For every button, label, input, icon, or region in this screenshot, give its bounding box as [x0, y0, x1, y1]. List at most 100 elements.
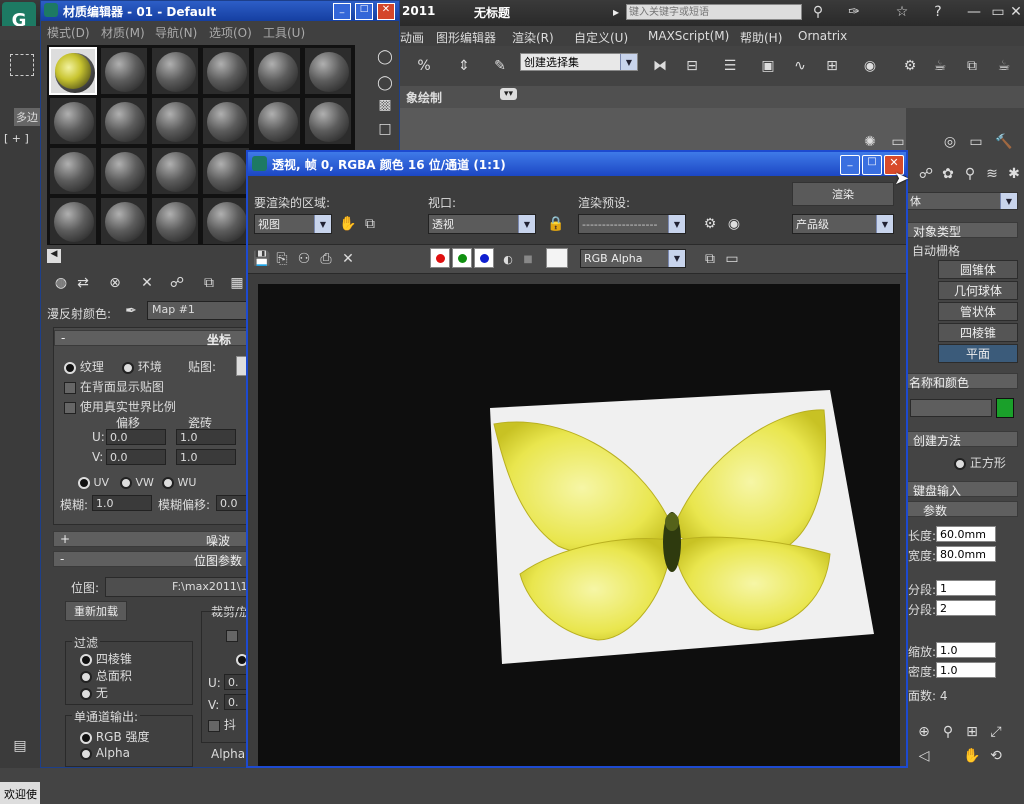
- rgb-intensity-option[interactable]: RGB 强度: [80, 728, 150, 745]
- lights-icon[interactable]: ⚲: [958, 162, 982, 186]
- bitmap-path-button[interactable]: F:\max2011\1-: [105, 577, 255, 597]
- menu-utilities[interactable]: 工具(U): [263, 24, 305, 41]
- sample-slot[interactable]: [304, 97, 352, 145]
- uv-tiling-icon[interactable]: □: [373, 117, 397, 141]
- cone-button[interactable]: 圆锥体: [938, 260, 1018, 279]
- sample-slot[interactable]: [100, 97, 148, 145]
- menu-navigation[interactable]: 导航(N): [155, 24, 197, 41]
- material-editor-icon[interactable]: ◉: [858, 54, 882, 78]
- systems-icon[interactable]: ✱: [1002, 162, 1024, 186]
- pyramid-button[interactable]: 四棱锥: [938, 323, 1018, 342]
- maximize-icon[interactable]: □: [862, 155, 882, 175]
- object-type-rollout[interactable]: 对象类型: [906, 222, 1018, 239]
- square-radio[interactable]: [954, 457, 966, 470]
- rendered-frame-titlebar[interactable]: 透视, 帧 0, RGBA 颜色 16 位/通道 (1:1) _ □ ✕: [248, 152, 906, 176]
- lock-icon[interactable]: 🔒: [544, 212, 568, 236]
- pick-material-icon[interactable]: ✒: [119, 299, 143, 323]
- channel-display-dropdown[interactable]: RGB Alpha ▼: [580, 249, 686, 268]
- layer-manager-icon[interactable]: ☰: [718, 54, 742, 78]
- rgb-intensity-radio[interactable]: [80, 731, 92, 744]
- max-script-listener-icon[interactable]: ▤: [8, 734, 32, 758]
- sample-slot[interactable]: [202, 197, 250, 245]
- schematic-view-icon[interactable]: ⊞: [820, 54, 844, 78]
- render-scale-spinner[interactable]: 1.0: [936, 642, 996, 658]
- square-option[interactable]: 正方形: [954, 454, 1006, 471]
- sample-slot[interactable]: [49, 147, 97, 195]
- select-region-icon[interactable]: [10, 54, 34, 76]
- jitter-checkbox[interactable]: [208, 719, 220, 732]
- help-icon[interactable]: ?: [926, 0, 950, 24]
- viewport-label[interactable]: [ + ]: [4, 132, 29, 145]
- menu-modes[interactable]: 模式(D): [47, 24, 90, 41]
- red-channel-toggle[interactable]: [430, 248, 450, 268]
- sample-slot[interactable]: [304, 47, 352, 95]
- render-button[interactable]: 渲染: [792, 182, 894, 206]
- apply-crop-checkbox[interactable]: [226, 630, 238, 642]
- area-to-render-dropdown[interactable]: 视图 ▼: [254, 214, 332, 234]
- vw-option[interactable]: VW: [120, 476, 154, 489]
- texture-option[interactable]: 纹理: [64, 358, 104, 375]
- v-tiling-spinner[interactable]: 1.0: [176, 449, 236, 465]
- zoom-icon[interactable]: ⚲: [936, 720, 960, 744]
- sample-slot[interactable]: [49, 197, 97, 245]
- tube-button[interactable]: 管状体: [938, 302, 1018, 321]
- make-unique-icon[interactable]: ☍: [165, 271, 189, 295]
- alpha-option[interactable]: Alpha: [80, 746, 130, 760]
- background-icon[interactable]: ▩: [373, 93, 397, 117]
- jitter-option[interactable]: 抖: [208, 716, 236, 733]
- uv-option[interactable]: UV: [78, 476, 109, 489]
- bitmap-params-rollout[interactable]: - 位图参数: [53, 551, 253, 568]
- sample-slot[interactable]: [100, 47, 148, 95]
- zoom-extents-icon[interactable]: ⊕: [912, 720, 936, 744]
- parameters-rollout[interactable]: 参数: [906, 501, 1018, 518]
- assign-material-icon[interactable]: ⊗: [103, 271, 127, 295]
- menu-ornatrix[interactable]: Ornatrix: [798, 29, 847, 43]
- blue-channel-toggle[interactable]: [474, 248, 494, 268]
- sample-slot[interactable]: [202, 147, 250, 195]
- summed-area-option[interactable]: 总面积: [80, 667, 132, 684]
- render-setup-icon[interactable]: ⚙: [698, 212, 722, 236]
- shapes-icon[interactable]: ✿: [936, 162, 960, 186]
- pyramidal-option[interactable]: 四棱锥: [80, 650, 132, 667]
- real-world-checkbox[interactable]: [64, 401, 76, 414]
- material-editor-titlebar[interactable]: 材质编辑器 - 01 - Default _ □ ✕: [41, 1, 399, 21]
- render-preset-dropdown[interactable]: ------------------- ▼: [578, 214, 686, 234]
- fov-icon[interactable]: ◁: [912, 744, 936, 768]
- backlight-icon[interactable]: ◯: [373, 71, 397, 95]
- length-spinner[interactable]: 60.0mm: [936, 526, 996, 542]
- render-production-icon[interactable]: ⧉: [960, 54, 984, 78]
- none-option[interactable]: 无: [80, 684, 108, 701]
- minimize-icon[interactable]: _: [840, 155, 860, 175]
- reload-button[interactable]: 重新加载: [65, 601, 127, 621]
- environ-radio[interactable]: [122, 361, 134, 374]
- copy-image-icon[interactable]: ⎘: [270, 247, 294, 271]
- spacewarps-icon[interactable]: ≋: [980, 162, 1004, 186]
- length-segs-spinner[interactable]: 1: [936, 580, 996, 596]
- auto-grid-label[interactable]: 自动栅格: [912, 242, 960, 259]
- close-icon[interactable]: ✕: [377, 3, 395, 20]
- real-world-option[interactable]: 使用真实世界比例: [64, 398, 176, 415]
- align-icon[interactable]: ⊟: [680, 54, 704, 78]
- texture-radio[interactable]: [64, 361, 76, 374]
- vw-radio[interactable]: [120, 477, 132, 489]
- menu-animation[interactable]: 动画: [400, 29, 424, 46]
- plane-button[interactable]: 平面: [938, 344, 1018, 363]
- render-quality-dropdown[interactable]: 产品级 ▼: [792, 214, 894, 234]
- put-to-scene-icon[interactable]: ⇄: [71, 271, 95, 295]
- search-chevron-icon[interactable]: ▸: [613, 5, 619, 19]
- uv-radio[interactable]: [78, 477, 90, 489]
- toggle-ui-icon[interactable]: ▭: [720, 247, 744, 271]
- rendered-frame-icon[interactable]: ☕: [928, 54, 952, 78]
- menu-help[interactable]: 帮助(H): [740, 29, 782, 46]
- named-selection-icon[interactable]: ✎: [488, 54, 512, 78]
- sample-slot[interactable]: [100, 197, 148, 245]
- sample-slot[interactable]: [151, 47, 199, 95]
- alpha-radio[interactable]: [80, 747, 92, 760]
- menu-material[interactable]: 材质(M): [101, 24, 145, 41]
- utilities-tab-icon[interactable]: 🔨: [992, 130, 1016, 154]
- sample-slot[interactable]: [151, 197, 199, 245]
- object-color-swatch[interactable]: [996, 398, 1014, 418]
- binoculars-icon[interactable]: ⚲: [806, 0, 830, 24]
- scroll-left-icon[interactable]: ◀: [47, 249, 61, 263]
- swatch-white[interactable]: [546, 248, 568, 268]
